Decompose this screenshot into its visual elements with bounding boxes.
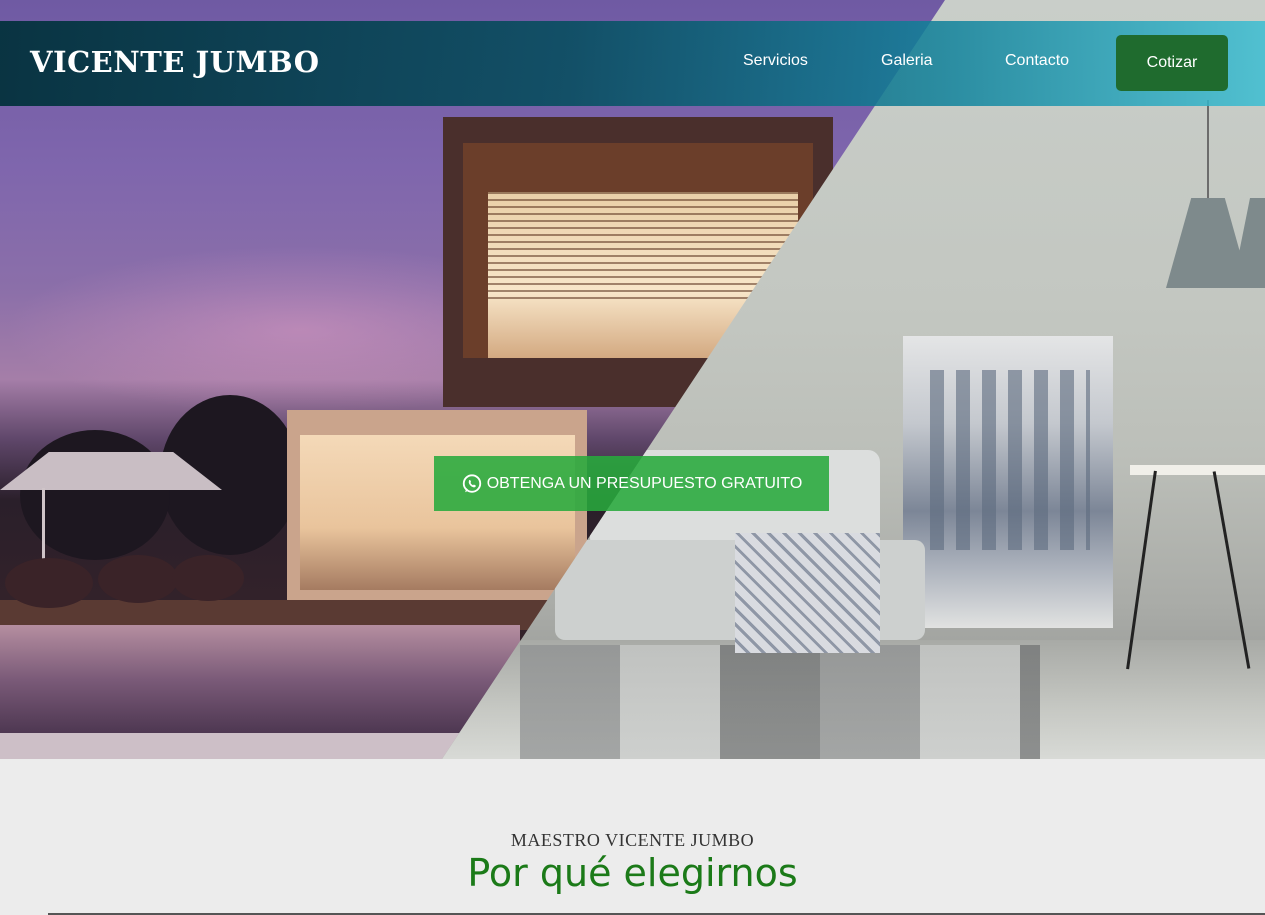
blanket xyxy=(735,533,880,653)
navbar: VICENTE JUMBO Servicios Galeria Contacto… xyxy=(0,21,1265,106)
hero-banner: VICENTE JUMBO Servicios Galeria Contacto… xyxy=(0,0,1265,759)
why-choose-us-section: MAESTRO VICENTE JUMBO Por qué elegirnos xyxy=(0,759,1265,915)
lounge-chair xyxy=(172,555,244,601)
whatsapp-icon xyxy=(462,473,481,493)
window-blinds xyxy=(488,192,798,302)
brand-logo[interactable]: VICENTE JUMBO xyxy=(30,45,319,79)
lounge-chair xyxy=(5,558,93,608)
painting-skyline xyxy=(930,370,1090,550)
lounge-chair xyxy=(98,555,178,603)
nav-link-contacto[interactable]: Contacto xyxy=(1005,52,1069,70)
nav-link-galeria[interactable]: Galeria xyxy=(881,52,933,70)
cotizar-button[interactable]: Cotizar xyxy=(1116,35,1228,91)
rug xyxy=(520,645,1040,759)
free-quote-button[interactable]: OBTENGA UN PRESUPUESTO GRATUITO xyxy=(434,456,829,511)
chair-leg xyxy=(1212,471,1251,669)
pool xyxy=(0,625,520,735)
section-eyebrow: MAESTRO VICENTE JUMBO xyxy=(510,830,755,850)
umbrella-pole xyxy=(42,488,45,563)
nav-link-servicios[interactable]: Servicios xyxy=(743,52,808,70)
free-quote-label: OBTENGA UN PRESUPUESTO GRATUITO xyxy=(486,474,803,492)
chair-leg xyxy=(1126,470,1157,670)
section-title: Por qué elegirnos xyxy=(467,851,798,895)
dining-table xyxy=(1130,465,1265,475)
lamp-cord xyxy=(1207,100,1209,198)
